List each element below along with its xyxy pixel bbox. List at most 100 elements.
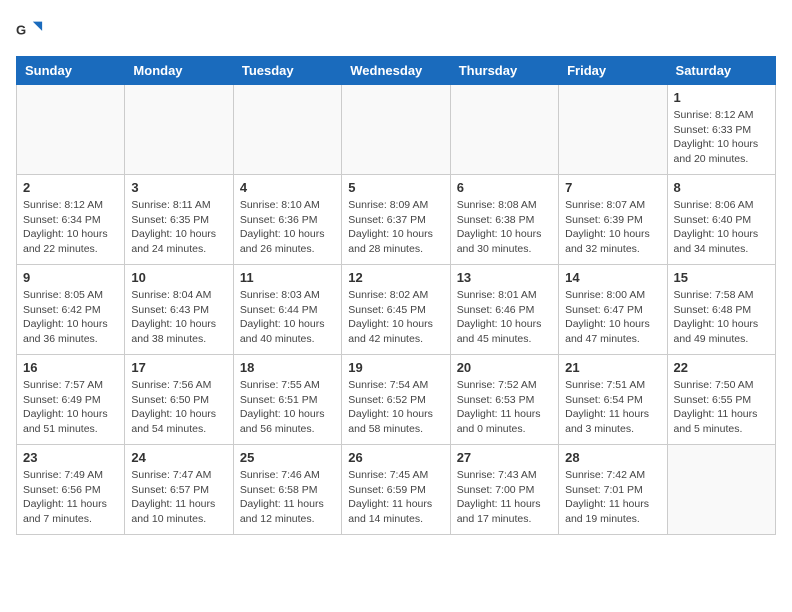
- calendar-cell: 5 Sunrise: 8:09 AM Sunset: 6:37 PM Daylig…: [342, 175, 450, 265]
- day-info: Sunrise: 7:57 AM Sunset: 6:49 PM Dayligh…: [23, 378, 118, 437]
- day-info: Sunrise: 8:11 AM Sunset: 6:35 PM Dayligh…: [131, 198, 226, 257]
- day-info: Sunrise: 8:09 AM Sunset: 6:37 PM Dayligh…: [348, 198, 443, 257]
- day-number: 8: [674, 180, 769, 195]
- day-number: 18: [240, 360, 335, 375]
- week-row: 9 Sunrise: 8:05 AM Sunset: 6:42 PM Daylig…: [17, 265, 776, 355]
- calendar-cell: 19Sunrise: 7:54 AM Sunset: 6:52 PM Dayli…: [342, 355, 450, 445]
- day-number: 4: [240, 180, 335, 195]
- calendar-cell: 23 Sunrise: 7:49 AM Sunset: 6:56 PM Dayli…: [17, 445, 125, 535]
- day-number: 11: [240, 270, 335, 285]
- calendar-cell: 24 Sunrise: 7:47 AM Sunset: 6:57 PM Dayli…: [125, 445, 233, 535]
- day-info: Sunrise: 7:56 AM Sunset: 6:50 PM Dayligh…: [131, 378, 226, 437]
- day-number: 24: [131, 450, 226, 465]
- calendar-cell: 16 Sunrise: 7:57 AM Sunset: 6:49 PM Dayli…: [17, 355, 125, 445]
- calendar-cell: 18 Sunrise: 7:55 AM Sunset: 6:51 PM Dayli…: [233, 355, 341, 445]
- day-number: 22: [674, 360, 769, 375]
- calendar-cell: 3 Sunrise: 8:11 AM Sunset: 6:35 PM Daylig…: [125, 175, 233, 265]
- week-row: 2Sunrise: 8:12 AM Sunset: 6:34 PM Daylig…: [17, 175, 776, 265]
- day-number: 7: [565, 180, 660, 195]
- day-info: Sunrise: 8:01 AM Sunset: 6:46 PM Dayligh…: [457, 288, 552, 347]
- weekday-header: Wednesday: [342, 57, 450, 85]
- day-number: 15: [674, 270, 769, 285]
- day-info: Sunrise: 7:58 AM Sunset: 6:48 PM Dayligh…: [674, 288, 769, 347]
- week-row: 16 Sunrise: 7:57 AM Sunset: 6:49 PM Dayli…: [17, 355, 776, 445]
- calendar-cell: [233, 85, 341, 175]
- day-number: 25: [240, 450, 335, 465]
- day-info: Sunrise: 8:08 AM Sunset: 6:38 PM Dayligh…: [457, 198, 552, 257]
- day-number: 6: [457, 180, 552, 195]
- day-info: Sunrise: 7:49 AM Sunset: 6:56 PM Dayligh…: [23, 468, 118, 527]
- day-info: Sunrise: 8:02 AM Sunset: 6:45 PM Dayligh…: [348, 288, 443, 347]
- calendar-cell: 1 Sunrise: 8:12 AM Sunset: 6:33 PM Daylig…: [667, 85, 775, 175]
- day-number: 21: [565, 360, 660, 375]
- calendar-cell: [667, 445, 775, 535]
- calendar-cell: 28 Sunrise: 7:42 AM Sunset: 7:01 PM Dayli…: [559, 445, 667, 535]
- day-number: 14: [565, 270, 660, 285]
- weekday-header: Friday: [559, 57, 667, 85]
- calendar-cell: [450, 85, 558, 175]
- week-row: 1 Sunrise: 8:12 AM Sunset: 6:33 PM Daylig…: [17, 85, 776, 175]
- day-number: 23: [23, 450, 118, 465]
- day-info: Sunrise: 7:54 AM Sunset: 6:52 PM Dayligh…: [348, 378, 443, 437]
- calendar-cell: 7 Sunrise: 8:07 AM Sunset: 6:39 PM Daylig…: [559, 175, 667, 265]
- day-number: 28: [565, 450, 660, 465]
- calendar: SundayMondayTuesdayWednesdayThursdayFrid…: [16, 56, 776, 535]
- day-number: 20: [457, 360, 552, 375]
- calendar-cell: 6 Sunrise: 8:08 AM Sunset: 6:38 PM Daylig…: [450, 175, 558, 265]
- day-info: Sunrise: 7:42 AM Sunset: 7:01 PM Dayligh…: [565, 468, 660, 527]
- day-number: 13: [457, 270, 552, 285]
- calendar-cell: 22 Sunrise: 7:50 AM Sunset: 6:55 PM Dayli…: [667, 355, 775, 445]
- day-info: Sunrise: 7:47 AM Sunset: 6:57 PM Dayligh…: [131, 468, 226, 527]
- day-info: Sunrise: 7:43 AM Sunset: 7:00 PM Dayligh…: [457, 468, 552, 527]
- weekday-header: Monday: [125, 57, 233, 85]
- weekday-header: Thursday: [450, 57, 558, 85]
- calendar-cell: 25 Sunrise: 7:46 AM Sunset: 6:58 PM Dayli…: [233, 445, 341, 535]
- day-info: Sunrise: 8:03 AM Sunset: 6:44 PM Dayligh…: [240, 288, 335, 347]
- calendar-cell: [559, 85, 667, 175]
- day-number: 5: [348, 180, 443, 195]
- calendar-cell: 14 Sunrise: 8:00 AM Sunset: 6:47 PM Dayli…: [559, 265, 667, 355]
- day-number: 3: [131, 180, 226, 195]
- day-info: Sunrise: 7:52 AM Sunset: 6:53 PM Dayligh…: [457, 378, 552, 437]
- calendar-cell: 17 Sunrise: 7:56 AM Sunset: 6:50 PM Dayli…: [125, 355, 233, 445]
- logo: G: [16, 16, 48, 44]
- calendar-cell: 11 Sunrise: 8:03 AM Sunset: 6:44 PM Dayli…: [233, 265, 341, 355]
- day-number: 10: [131, 270, 226, 285]
- calendar-cell: 12Sunrise: 8:02 AM Sunset: 6:45 PM Dayli…: [342, 265, 450, 355]
- calendar-cell: 27 Sunrise: 7:43 AM Sunset: 7:00 PM Dayli…: [450, 445, 558, 535]
- day-info: Sunrise: 7:45 AM Sunset: 6:59 PM Dayligh…: [348, 468, 443, 527]
- calendar-cell: 10Sunrise: 8:04 AM Sunset: 6:43 PM Dayli…: [125, 265, 233, 355]
- day-number: 16: [23, 360, 118, 375]
- svg-text:G: G: [16, 23, 26, 38]
- day-info: Sunrise: 7:46 AM Sunset: 6:58 PM Dayligh…: [240, 468, 335, 527]
- week-row: 23 Sunrise: 7:49 AM Sunset: 6:56 PM Dayli…: [17, 445, 776, 535]
- page-header: G: [16, 16, 776, 44]
- calendar-cell: 4 Sunrise: 8:10 AM Sunset: 6:36 PM Daylig…: [233, 175, 341, 265]
- calendar-cell: 21 Sunrise: 7:51 AM Sunset: 6:54 PM Dayli…: [559, 355, 667, 445]
- calendar-cell: [125, 85, 233, 175]
- calendar-cell: 13 Sunrise: 8:01 AM Sunset: 6:46 PM Dayli…: [450, 265, 558, 355]
- day-info: Sunrise: 7:50 AM Sunset: 6:55 PM Dayligh…: [674, 378, 769, 437]
- calendar-cell: 9 Sunrise: 8:05 AM Sunset: 6:42 PM Daylig…: [17, 265, 125, 355]
- day-number: 27: [457, 450, 552, 465]
- calendar-cell: 8Sunrise: 8:06 AM Sunset: 6:40 PM Daylig…: [667, 175, 775, 265]
- day-info: Sunrise: 7:51 AM Sunset: 6:54 PM Dayligh…: [565, 378, 660, 437]
- calendar-cell: 15 Sunrise: 7:58 AM Sunset: 6:48 PM Dayli…: [667, 265, 775, 355]
- day-info: Sunrise: 8:12 AM Sunset: 6:33 PM Dayligh…: [674, 108, 769, 167]
- day-info: Sunrise: 7:55 AM Sunset: 6:51 PM Dayligh…: [240, 378, 335, 437]
- day-info: Sunrise: 8:00 AM Sunset: 6:47 PM Dayligh…: [565, 288, 660, 347]
- calendar-cell: 2Sunrise: 8:12 AM Sunset: 6:34 PM Daylig…: [17, 175, 125, 265]
- day-info: Sunrise: 8:05 AM Sunset: 6:42 PM Dayligh…: [23, 288, 118, 347]
- day-number: 9: [23, 270, 118, 285]
- calendar-cell: [17, 85, 125, 175]
- day-number: 1: [674, 90, 769, 105]
- day-info: Sunrise: 8:07 AM Sunset: 6:39 PM Dayligh…: [565, 198, 660, 257]
- day-info: Sunrise: 8:10 AM Sunset: 6:36 PM Dayligh…: [240, 198, 335, 257]
- weekday-header: Tuesday: [233, 57, 341, 85]
- weekday-header-row: SundayMondayTuesdayWednesdayThursdayFrid…: [17, 57, 776, 85]
- calendar-cell: 20 Sunrise: 7:52 AM Sunset: 6:53 PM Dayli…: [450, 355, 558, 445]
- logo-icon: G: [16, 16, 44, 44]
- day-number: 17: [131, 360, 226, 375]
- weekday-header: Sunday: [17, 57, 125, 85]
- calendar-cell: [342, 85, 450, 175]
